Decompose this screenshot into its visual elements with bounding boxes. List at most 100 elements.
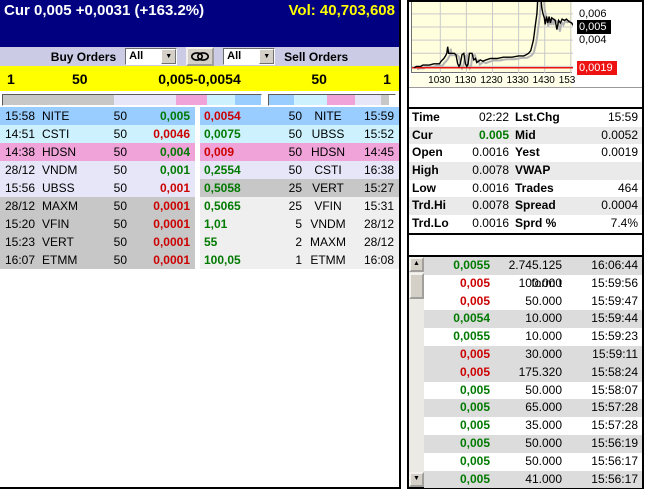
trade-row[interactable]: 0,005 41.000 15:56:17 (424, 470, 642, 489)
sell-filter-dropdown[interactable]: All ▼ (223, 48, 276, 65)
buy-size-cell: 50 (113, 181, 127, 195)
sell-size-cell: 50 (288, 127, 302, 141)
trade-row[interactable]: 0,005 50.000 15:59:47 (424, 292, 642, 311)
quote-label: VWAP (515, 163, 551, 178)
sell-time-cell: 14:45 (363, 145, 394, 159)
sell-size-cell: 1 (295, 253, 302, 267)
order-row[interactable]: 15:58 NITE 50 0,005 0,0054 50 NITE 15:59 (0, 107, 399, 125)
quote-label: Time (412, 110, 440, 124)
sell-size-cell: 25 (288, 181, 302, 195)
tab-label: Quote Info (416, 91, 442, 107)
trades-tab-bar: Trades (409, 238, 418, 255)
depth-segment (354, 95, 382, 105)
order-row[interactable]: 14:51 CSTI 50 0,0046 0,0075 50 UBSS 15:52 (0, 125, 399, 143)
order-row[interactable]: 15:20 VFIN 50 0,0001 1,01 5 VNDM 28/12 (0, 215, 399, 233)
quote-label: Cur (412, 127, 433, 142)
trades-panel: ▲ ▼ 0,0055 2.745.125 form t 16:06:44 0,005 1… (409, 255, 642, 489)
order-row[interactable]: 15:23 VERT 50 0,0001 55 2 MAXM 28/12 (0, 233, 399, 251)
trade-row[interactable]: 0,0055 10.000 15:59:23 (424, 328, 642, 346)
scroll-down-button[interactable]: ▼ (409, 472, 424, 487)
trade-row[interactable]: 0,0054 10.000 15:59:44 (424, 310, 642, 329)
quote-value: 0.005 (478, 127, 509, 142)
trade-row[interactable]: 0,0055 2.745.125 form t 16:06:44 (424, 257, 642, 290)
buy-market-maker-cell: VFIN (42, 217, 70, 231)
trade-row[interactable]: 0,005 65.000 15:57:28 (424, 399, 642, 418)
trade-time: 15:56:17 (591, 453, 638, 468)
buy-filter-value: All (129, 50, 144, 62)
buy-price-cell: 0,0001 (153, 199, 190, 213)
order-row[interactable]: 28/12 MAXM 50 0,0001 0,5065 25 VFIN 15:31 (0, 197, 399, 215)
buy-side: 15:58 NITE 50 0,005 (0, 107, 195, 125)
tab-label: Indices (422, 91, 448, 107)
trade-time: 16:06:44 (591, 258, 638, 272)
buy-time-cell: 15:58 (5, 109, 36, 123)
trade-row[interactable]: 0,005 35.000 15:57:28 (424, 417, 642, 435)
depth-segment (175, 95, 207, 105)
quote-value: 464 (617, 180, 638, 195)
sell-side: 0,009 50 HDSN 14:45 (200, 143, 399, 161)
quote-label: Trd.Lo (412, 216, 449, 231)
depth-segment (113, 95, 176, 105)
chevron-down-icon[interactable]: ▼ (161, 49, 177, 64)
buy-price-cell: 0,0046 (153, 127, 190, 141)
buy-time-cell: 28/12 (5, 199, 36, 213)
quote-value: 0.0016 (472, 216, 509, 231)
trades-scrollbar[interactable]: ▲ ▼ (409, 257, 424, 487)
trade-price: 0,005 (459, 275, 490, 290)
trade-price: 0,005 (459, 418, 490, 433)
trade-row[interactable]: 0,005 50.000 15:56:17 (424, 452, 642, 471)
yesterday-close-label: 0,0019 (577, 60, 617, 75)
sell-side: 100,05 1 ETMM 16:08 (200, 251, 399, 269)
header: Cur 0,005 +0,0031 (+163.2%) Vol: 40,703,… (0, 0, 399, 47)
order-row[interactable]: 16:07 ETMM 50 0,0001 100,05 1 ETMM 16:08 (0, 251, 399, 269)
order-row[interactable]: 28/12 VNDM 50 0,001 0,2554 50 CSTI 16:38 (0, 161, 399, 179)
sell-market-maker-cell: ETMM (310, 253, 346, 267)
quote-row: Time 02:22 Lst.Chg 15:59 (409, 109, 642, 127)
sell-time-cell: 28/12 (363, 217, 394, 231)
scroll-thumb[interactable] (409, 273, 424, 299)
quote-label: High (412, 163, 439, 178)
depth-segment (381, 95, 389, 105)
buy-time-cell: 28/12 (5, 163, 36, 177)
sell-market-maker-cell: MAXM (310, 235, 346, 249)
y-axis-label: 0,006 (579, 7, 607, 20)
chain-link-icon (191, 52, 210, 61)
trade-row[interactable]: 0,005 50.000 15:56:19 (424, 434, 642, 453)
buy-market-maker-cell: MAXM (42, 199, 78, 213)
buy-size-cell: 50 (113, 127, 127, 141)
buy-size-cell: 50 (113, 109, 127, 123)
quote-label: Open (412, 145, 443, 160)
order-row[interactable]: 14:38 HDSN 50 0,004 0,009 50 HDSN 14:45 (0, 143, 399, 161)
sell-market-maker-cell: UBSS (311, 127, 345, 141)
link-orders-button[interactable] (186, 47, 215, 66)
trade-time: 15:59:44 (591, 311, 638, 326)
trade-price: 0,0055 (453, 258, 490, 272)
buy-side: 16:07 ETMM 50 0,0001 (0, 251, 195, 269)
quote-label: Low (412, 180, 436, 195)
trade-time: 15:59:11 (592, 346, 638, 361)
quote-row: High 0.0078 VWAP (409, 162, 642, 180)
sell-size-cell: 50 (288, 145, 302, 159)
trade-row[interactable]: 0,005 50.000 15:58:07 (424, 381, 642, 400)
trade-size: 10.000 (525, 311, 562, 326)
buy-market-maker-cell: CSTI (42, 127, 70, 141)
quote-pane: 1030 1130 1230 1330 1430 1530 0,006 0,005 0,004… (407, 0, 644, 489)
buy-time-cell: 15:20 (5, 217, 36, 231)
chart-plot-area (411, 2, 573, 73)
trade-row[interactable]: 0,005 100.000 15:59:56 (424, 274, 642, 293)
bid-ask-spread: 0,005-0,0054 (158, 70, 241, 87)
trade-price: 0,005 (459, 382, 490, 397)
trade-row[interactable]: 0,005 175.320 15:58:24 (424, 363, 642, 382)
buy-filter-dropdown[interactable]: All ▼ (125, 48, 178, 65)
trade-row[interactable]: 0,005 30.000 15:59:11 (424, 345, 642, 364)
sell-size-cell: 50 (288, 163, 302, 177)
scroll-up-button[interactable]: ▲ (409, 257, 424, 272)
buy-price-cell: 0,001 (159, 163, 190, 177)
order-row[interactable]: 15:56 UBSS 50 0,001 0,5058 25 VERT 15:27 (0, 179, 399, 197)
quote-value: 7.4% (610, 216, 638, 231)
market-depth-window: Cur 0,005 +0,0031 (+163.2%) Vol: 40,703,… (0, 0, 650, 494)
buy-depth-bar (2, 94, 262, 106)
sell-side: 0,2554 50 CSTI 16:38 (200, 161, 399, 179)
sell-side: 0,5058 25 VERT 15:27 (200, 179, 399, 197)
chevron-down-icon[interactable]: ▼ (259, 49, 275, 64)
